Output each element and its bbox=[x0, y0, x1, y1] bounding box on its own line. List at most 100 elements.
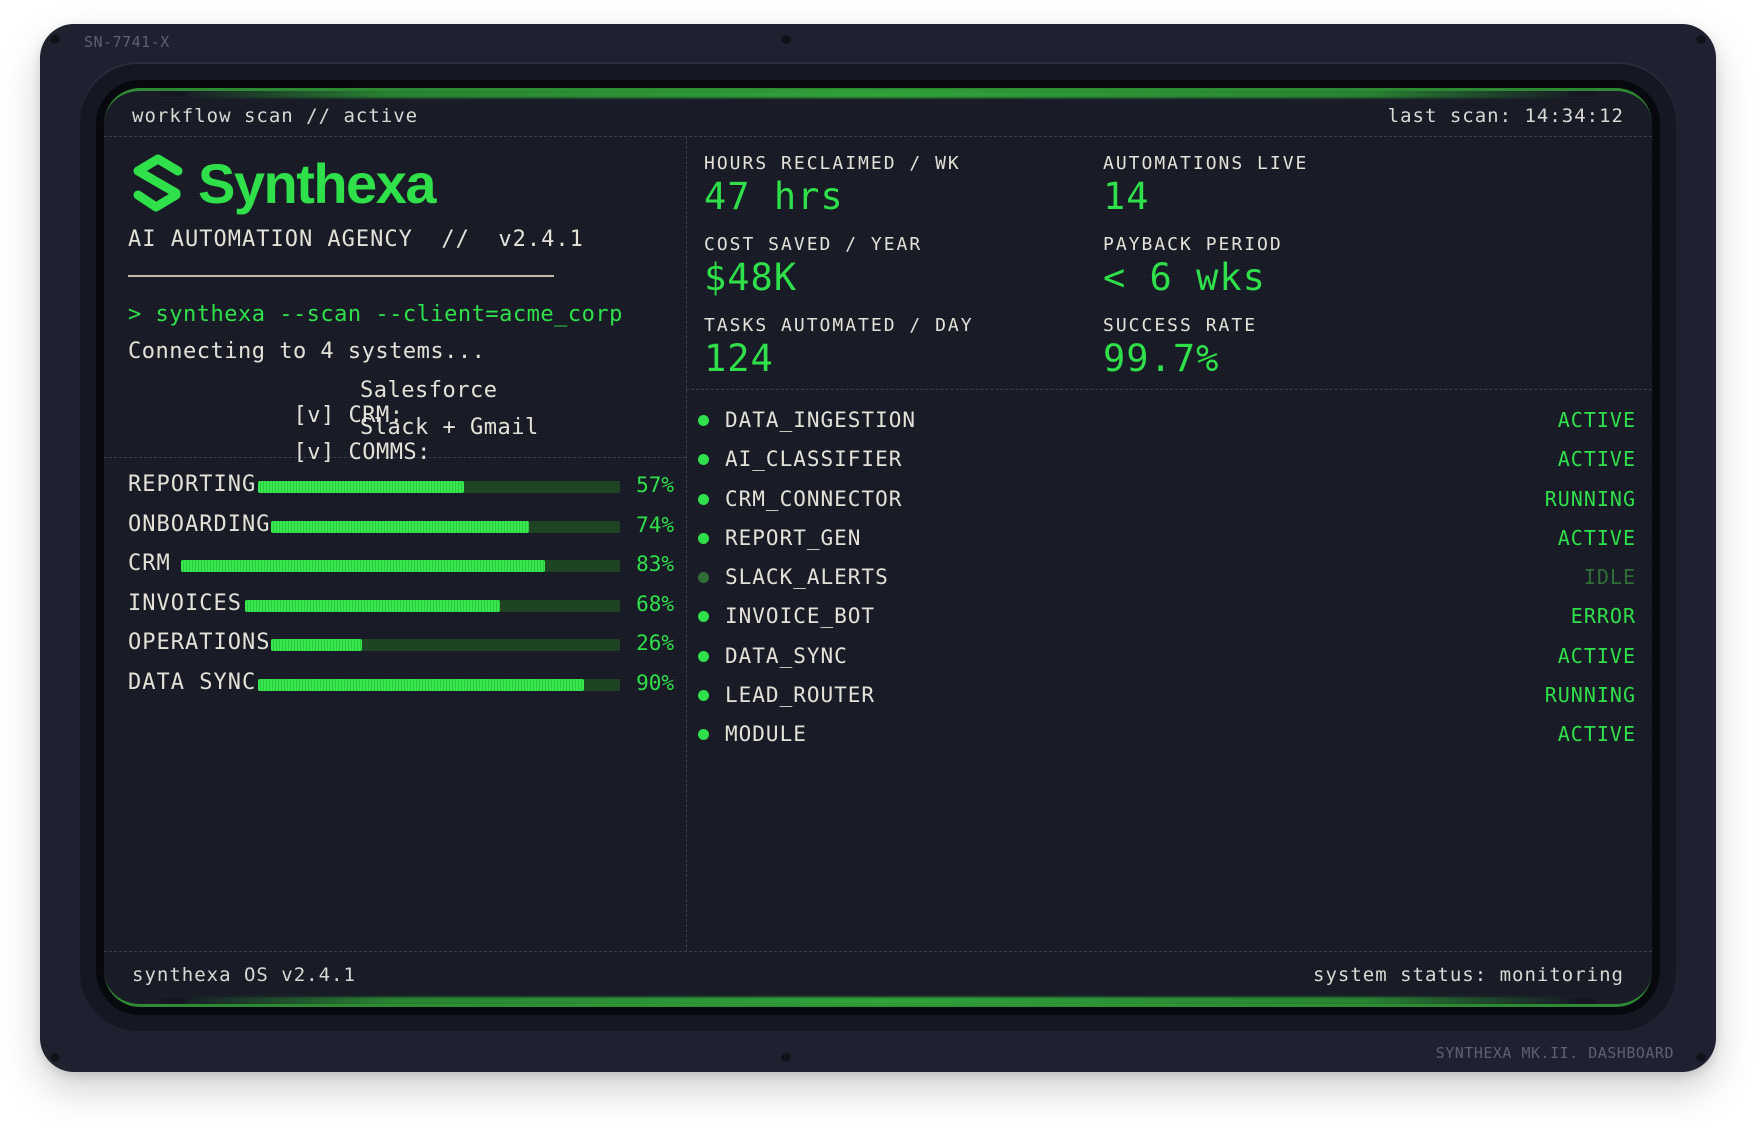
service-status: ERROR bbox=[1570, 604, 1636, 629]
status-dot-icon bbox=[698, 650, 709, 662]
check-mark: [v] bbox=[293, 440, 335, 465]
screw-icon bbox=[1696, 1052, 1706, 1062]
progress-fill bbox=[271, 520, 530, 533]
top-glow bbox=[180, 90, 1576, 98]
service-name: DATA_SYNC bbox=[725, 643, 848, 668]
service-name: AI_CLASSIFIER bbox=[725, 447, 903, 472]
service-name: INVOICE_BOT bbox=[725, 604, 876, 629]
progress-row-reporting: REPORTING 57% bbox=[128, 471, 674, 511]
metric-tasks-automated: TASKS AUTOMATED / DAY 124 bbox=[704, 315, 974, 380]
device-bezel: SN-7741-X SYNTHEXA MK.II. DASHBOARD work… bbox=[40, 24, 1716, 1072]
bottom-glow bbox=[180, 997, 1576, 1005]
status-dot-icon bbox=[698, 572, 709, 584]
progress-label: INVOICES bbox=[128, 590, 242, 616]
progress-list: REPORTING 57% ONBOARDING 74% CRM 83% INV… bbox=[128, 471, 674, 708]
metric-label: SUCCESS RATE bbox=[1103, 315, 1258, 336]
progress-bar bbox=[271, 520, 620, 533]
metric-label: HOURS RECLAIMED / WK bbox=[704, 153, 961, 174]
metric-value: < 6 wks bbox=[1103, 256, 1266, 299]
status-dot-icon bbox=[698, 493, 709, 505]
progress-percent: 57% bbox=[636, 473, 674, 497]
progress-percent: 26% bbox=[636, 631, 674, 655]
tagline-underline bbox=[128, 275, 554, 277]
service-status: RUNNING bbox=[1544, 683, 1636, 708]
screw-icon bbox=[50, 1052, 60, 1062]
status-dot-icon bbox=[698, 729, 709, 741]
service-name: CRM_CONNECTOR bbox=[725, 486, 903, 511]
service-row[interactable]: REPORT_GEN ACTIVE bbox=[698, 523, 1636, 562]
progress-bar bbox=[258, 678, 620, 691]
progress-percent: 68% bbox=[636, 591, 674, 616]
brand-name: Synthexa bbox=[198, 152, 437, 215]
screw-icon bbox=[781, 34, 791, 44]
progress-percent: 83% bbox=[636, 552, 674, 576]
service-row[interactable]: DATA_SYNC ACTIVE bbox=[698, 641, 1636, 680]
service-name: DATA_INGESTION bbox=[725, 408, 917, 432]
device-nameplate: SYNTHEXA MK.II. DASHBOARD bbox=[1435, 1044, 1674, 1062]
terminal-status: Connecting to 4 systems... bbox=[128, 339, 486, 364]
progress-row-invoices: INVOICES 68% bbox=[128, 590, 674, 630]
service-row[interactable]: AI_CLASSIFIER ACTIVE bbox=[698, 444, 1636, 483]
metric-payback-period: PAYBACK PERIOD < 6 wks bbox=[1103, 234, 1283, 299]
screw-icon bbox=[1696, 34, 1706, 44]
service-row[interactable]: CRM_CONNECTOR RUNNING bbox=[698, 484, 1636, 523]
service-status: IDLE bbox=[1583, 565, 1636, 590]
serial-number: SN-7741-X bbox=[84, 33, 170, 51]
metric-automations-live: AUTOMATIONS LIVE 14 bbox=[1103, 153, 1308, 218]
progress-row-data-sync: DATA SYNC 90% bbox=[128, 669, 674, 709]
divider bbox=[686, 136, 687, 952]
status-dot-icon bbox=[698, 532, 709, 544]
metric-value: 124 bbox=[704, 337, 774, 380]
service-status: ACTIVE bbox=[1557, 643, 1636, 668]
os-version: synthexa OS v2.4.1 bbox=[132, 964, 356, 986]
status-dot-icon bbox=[698, 611, 709, 623]
progress-row-crm: CRM 83% bbox=[128, 550, 674, 590]
service-row[interactable]: MODULE ACTIVE bbox=[698, 719, 1636, 758]
screen-frame: workflow scan // active last scan: 14:34… bbox=[80, 64, 1676, 1031]
brand-tagline: AI AUTOMATION AGENCY // v2.4.1 bbox=[128, 227, 584, 252]
service-status: RUNNING bbox=[1544, 486, 1636, 511]
service-list: DATA_INGESTION ACTIVE AI_CLASSIFIER ACTI… bbox=[698, 405, 1636, 759]
screw-icon bbox=[50, 34, 60, 44]
metric-hours-reclaimed: HOURS RECLAIMED / WK 47 hrs bbox=[704, 153, 961, 218]
progress-label: ONBOARDING bbox=[128, 511, 271, 537]
service-status: ACTIVE bbox=[1557, 525, 1636, 550]
screen: workflow scan // active last scan: 14:34… bbox=[96, 80, 1660, 1015]
metric-success-rate: SUCCESS RATE 99.7% bbox=[1103, 315, 1257, 380]
service-name: SLACK_ALERTS bbox=[725, 565, 889, 590]
progress-row-operations: OPERATIONS 26% bbox=[128, 629, 674, 669]
divider bbox=[686, 389, 1652, 390]
progress-fill bbox=[258, 678, 584, 691]
progress-fill bbox=[181, 560, 546, 572]
status-dot-icon bbox=[698, 415, 709, 426]
progress-row-onboarding: ONBOARDING 74% bbox=[128, 511, 674, 551]
service-status: ACTIVE bbox=[1557, 408, 1636, 432]
metric-value: $48K bbox=[704, 256, 798, 299]
service-status: ACTIVE bbox=[1557, 447, 1636, 472]
service-row[interactable]: DATA_INGESTION ACTIVE bbox=[698, 405, 1636, 444]
top-status-bar: workflow scan // active last scan: 14:34… bbox=[132, 105, 1624, 133]
service-row[interactable]: LEAD_ROUTER RUNNING bbox=[698, 680, 1636, 719]
metric-value: 99.7% bbox=[1103, 337, 1220, 380]
system-status: system status: monitoring bbox=[1313, 964, 1624, 986]
service-row[interactable]: SLACK_ALERTS IDLE bbox=[698, 562, 1636, 601]
progress-label: REPORTING bbox=[128, 472, 257, 497]
status-dot-icon bbox=[698, 454, 709, 466]
progress-bar bbox=[258, 481, 620, 493]
service-row[interactable]: INVOICE_BOT ERROR bbox=[698, 601, 1636, 640]
terminal-command: > synthexa --scan --client=acme_corp bbox=[128, 302, 623, 327]
divider bbox=[104, 136, 1652, 137]
status-dot-icon bbox=[698, 690, 709, 702]
progress-fill bbox=[258, 481, 465, 493]
progress-fill bbox=[245, 599, 500, 612]
screw-icon bbox=[781, 1052, 791, 1062]
progress-bar bbox=[271, 639, 620, 651]
progress-bar bbox=[181, 560, 620, 572]
progress-label: OPERATIONS bbox=[128, 630, 271, 655]
bottom-status-bar: synthexa OS v2.4.1 system status: monito… bbox=[132, 964, 1624, 992]
metric-label: PAYBACK PERIOD bbox=[1103, 234, 1283, 255]
progress-label: CRM bbox=[128, 551, 171, 576]
system-value: Slack + Gmail bbox=[360, 415, 539, 440]
last-scan-time: last scan: 14:34:12 bbox=[1387, 105, 1624, 127]
divider bbox=[104, 951, 1652, 952]
